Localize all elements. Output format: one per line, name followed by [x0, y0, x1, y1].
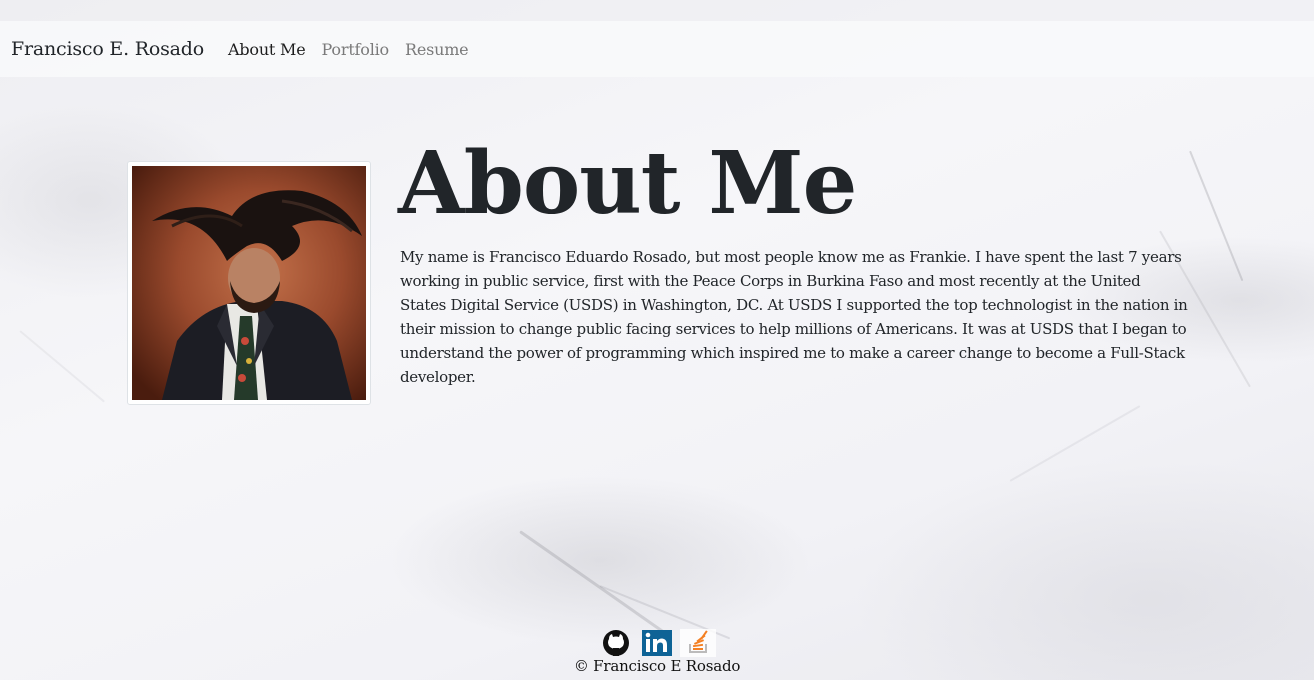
- page-title: About Me: [398, 133, 857, 234]
- navbar: Francisco E. Rosado About Me Portfolio R…: [0, 21, 1314, 77]
- linkedin-icon: [642, 630, 672, 656]
- profile-photo-frame: [127, 161, 371, 405]
- brand-link[interactable]: Francisco E. Rosado: [11, 38, 204, 60]
- linkedin-link[interactable]: [639, 629, 675, 657]
- footer: © Francisco E Rosado: [0, 628, 1314, 675]
- github-link[interactable]: [598, 629, 634, 657]
- copyright-text: © Francisco E Rosado: [573, 657, 741, 675]
- stack-overflow-icon: [680, 629, 716, 657]
- stack-overflow-link[interactable]: [680, 629, 716, 657]
- top-strip: [0, 0, 1314, 21]
- github-icon: [603, 630, 629, 656]
- nav-link-resume[interactable]: Resume: [405, 40, 469, 59]
- nav-link-portfolio[interactable]: Portfolio: [322, 40, 390, 59]
- nav-link-about-me[interactable]: About Me: [228, 40, 306, 59]
- social-links: [0, 628, 1314, 658]
- profile-photo: [132, 166, 366, 400]
- bio-paragraph: My name is Francisco Eduardo Rosado, but…: [400, 248, 1188, 386]
- profile-photo-illustration: [132, 166, 366, 400]
